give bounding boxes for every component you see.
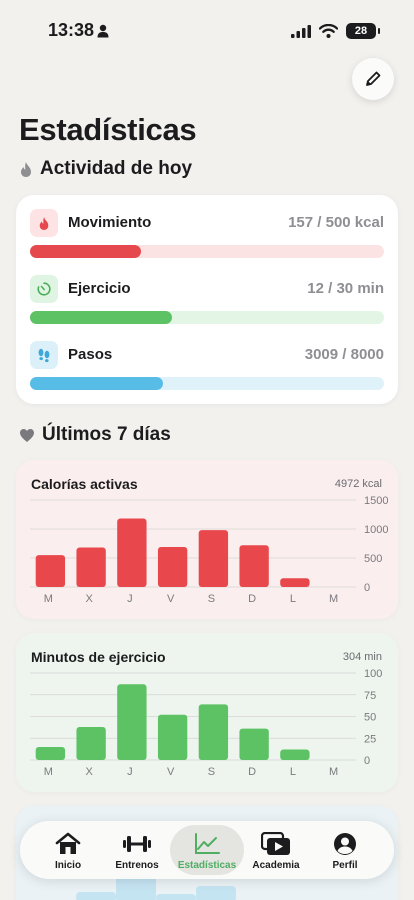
- page-title: Estadísticas: [19, 112, 197, 147]
- chart-bar: [280, 749, 310, 760]
- y-tick-label: 25: [364, 733, 376, 745]
- steps-icon-box: [30, 341, 58, 369]
- y-tick-label: 500: [364, 553, 382, 565]
- metric-label: Movimiento: [68, 214, 152, 231]
- y-tick-label: 100: [364, 668, 382, 680]
- section-header-last7: Últimos 7 días: [19, 424, 171, 446]
- chart-bar: [157, 546, 188, 587]
- tab-academia[interactable]: Academia: [239, 825, 313, 875]
- x-tick-label: X: [85, 766, 93, 778]
- chart-card-calories[interactable]: Calorías activas 4972 kcal 1500 1000 500 0 M…: [16, 460, 398, 619]
- x-tick-label: S: [208, 593, 215, 605]
- section-title-last7: Últimos 7 días: [42, 424, 171, 445]
- y-tick-label: 0: [364, 582, 370, 594]
- tab-perfil[interactable]: Perfil: [308, 825, 382, 875]
- tab-label: Academia: [252, 860, 300, 871]
- x-tick-label: V: [167, 593, 175, 605]
- tab-bar: Inicio Entrenos Estadísticas Academia Pe…: [20, 821, 394, 879]
- y-tick-label: 50: [364, 712, 376, 724]
- person-icon: [97, 24, 109, 38]
- chart-icon: [195, 833, 220, 854]
- chart-bar: [76, 547, 106, 587]
- status-bar: 13:38 28: [0, 0, 414, 56]
- tab-label: Inicio: [54, 860, 82, 871]
- y-tick-label: 1500: [364, 495, 388, 507]
- metric-steps: Pasos 3009 / 8000: [30, 341, 384, 391]
- chart-bar: [35, 555, 66, 587]
- tab-inicio[interactable]: Inicio: [31, 825, 105, 875]
- edit-button[interactable]: [352, 58, 394, 100]
- progress-track: [30, 245, 384, 258]
- battery-indicator: 28: [346, 23, 380, 39]
- x-tick-label: L: [290, 766, 296, 778]
- y-tick-label: 75: [364, 690, 376, 702]
- video-library-icon: [261, 832, 290, 855]
- chart-bar: [117, 684, 147, 760]
- progress-bar: [30, 245, 142, 258]
- wifi-icon: [319, 24, 338, 38]
- tab-label: Entrenos: [115, 860, 159, 871]
- tab-entrenos[interactable]: Entrenos: [100, 825, 174, 875]
- y-tick-label: 0: [364, 755, 370, 767]
- dumbbell-icon: [123, 836, 151, 852]
- timer-icon: [37, 282, 51, 296]
- battery-level: 28: [354, 25, 368, 37]
- x-tick-label: L: [290, 593, 296, 605]
- metric-label: Ejercicio: [68, 280, 131, 297]
- heart-icon: [20, 428, 34, 442]
- chart-bar: [239, 728, 269, 760]
- exercise-icon-box: [30, 275, 58, 303]
- chart-bar: [117, 518, 147, 587]
- home-icon: [55, 832, 81, 854]
- progress-track: [30, 377, 384, 390]
- pencil-icon: [366, 71, 381, 86]
- x-tick-label: M: [44, 593, 53, 605]
- x-tick-label: M: [44, 766, 53, 778]
- chart-card-exercise[interactable]: Minutos de ejercicio 304 min 100 75 50 25 0 M…: [16, 633, 398, 792]
- flame-icon: [21, 161, 31, 177]
- progress-bar: [30, 311, 172, 324]
- tab-estadisticas[interactable]: Estadísticas: [170, 825, 244, 875]
- metric-label: Pasos: [68, 346, 113, 363]
- status-time: 13:38: [48, 20, 95, 40]
- chart-bar: [198, 530, 229, 587]
- metric-movement: Movimiento 157 / 500 kcal: [30, 209, 384, 259]
- metric-value: 157 / 500 kcal: [288, 214, 384, 231]
- x-tick-label: X: [85, 593, 93, 605]
- profile-icon: [334, 833, 356, 855]
- metric-value: 3009 / 8000: [304, 346, 384, 363]
- activity-card[interactable]: Movimiento 157 / 500 kcal Ejercicio 12 /…: [16, 195, 398, 404]
- x-tick-label: J: [127, 593, 133, 605]
- x-tick-label: D: [248, 593, 256, 605]
- calories-chart: 1500 1000 500 0 M X J V S D L M: [30, 495, 388, 605]
- progress-bar: [30, 377, 164, 390]
- x-tick-label: V: [167, 766, 175, 778]
- chart-bar: [198, 704, 229, 760]
- footsteps-icon: [38, 348, 50, 363]
- x-tick-label: D: [248, 766, 256, 778]
- chart-bar: [76, 726, 106, 760]
- chart-bar: [157, 714, 188, 760]
- chart-bar: [239, 545, 269, 587]
- metric-value: 12 / 30 min: [307, 280, 384, 297]
- progress-track: [30, 311, 384, 324]
- tab-label: Perfil: [332, 860, 358, 871]
- chart-bar: [35, 746, 66, 760]
- movement-icon-box: [30, 209, 58, 237]
- section-title-today: Actividad de hoy: [40, 158, 193, 179]
- tab-label: Estadísticas: [177, 860, 237, 871]
- cellular-signal-icon: [291, 24, 311, 38]
- x-tick-label: M: [329, 766, 338, 778]
- chart-bar: [280, 578, 310, 587]
- flame-icon: [39, 216, 49, 230]
- exercise-chart: 100 75 50 25 0 M X J V S D L M: [30, 668, 382, 778]
- x-tick-label: J: [127, 766, 133, 778]
- x-tick-label: M: [329, 593, 338, 605]
- section-header-today: Actividad de hoy: [19, 158, 192, 180]
- y-tick-label: 1000: [364, 524, 388, 536]
- x-tick-label: S: [208, 766, 215, 778]
- metric-exercise: Ejercicio 12 / 30 min: [30, 275, 384, 325]
